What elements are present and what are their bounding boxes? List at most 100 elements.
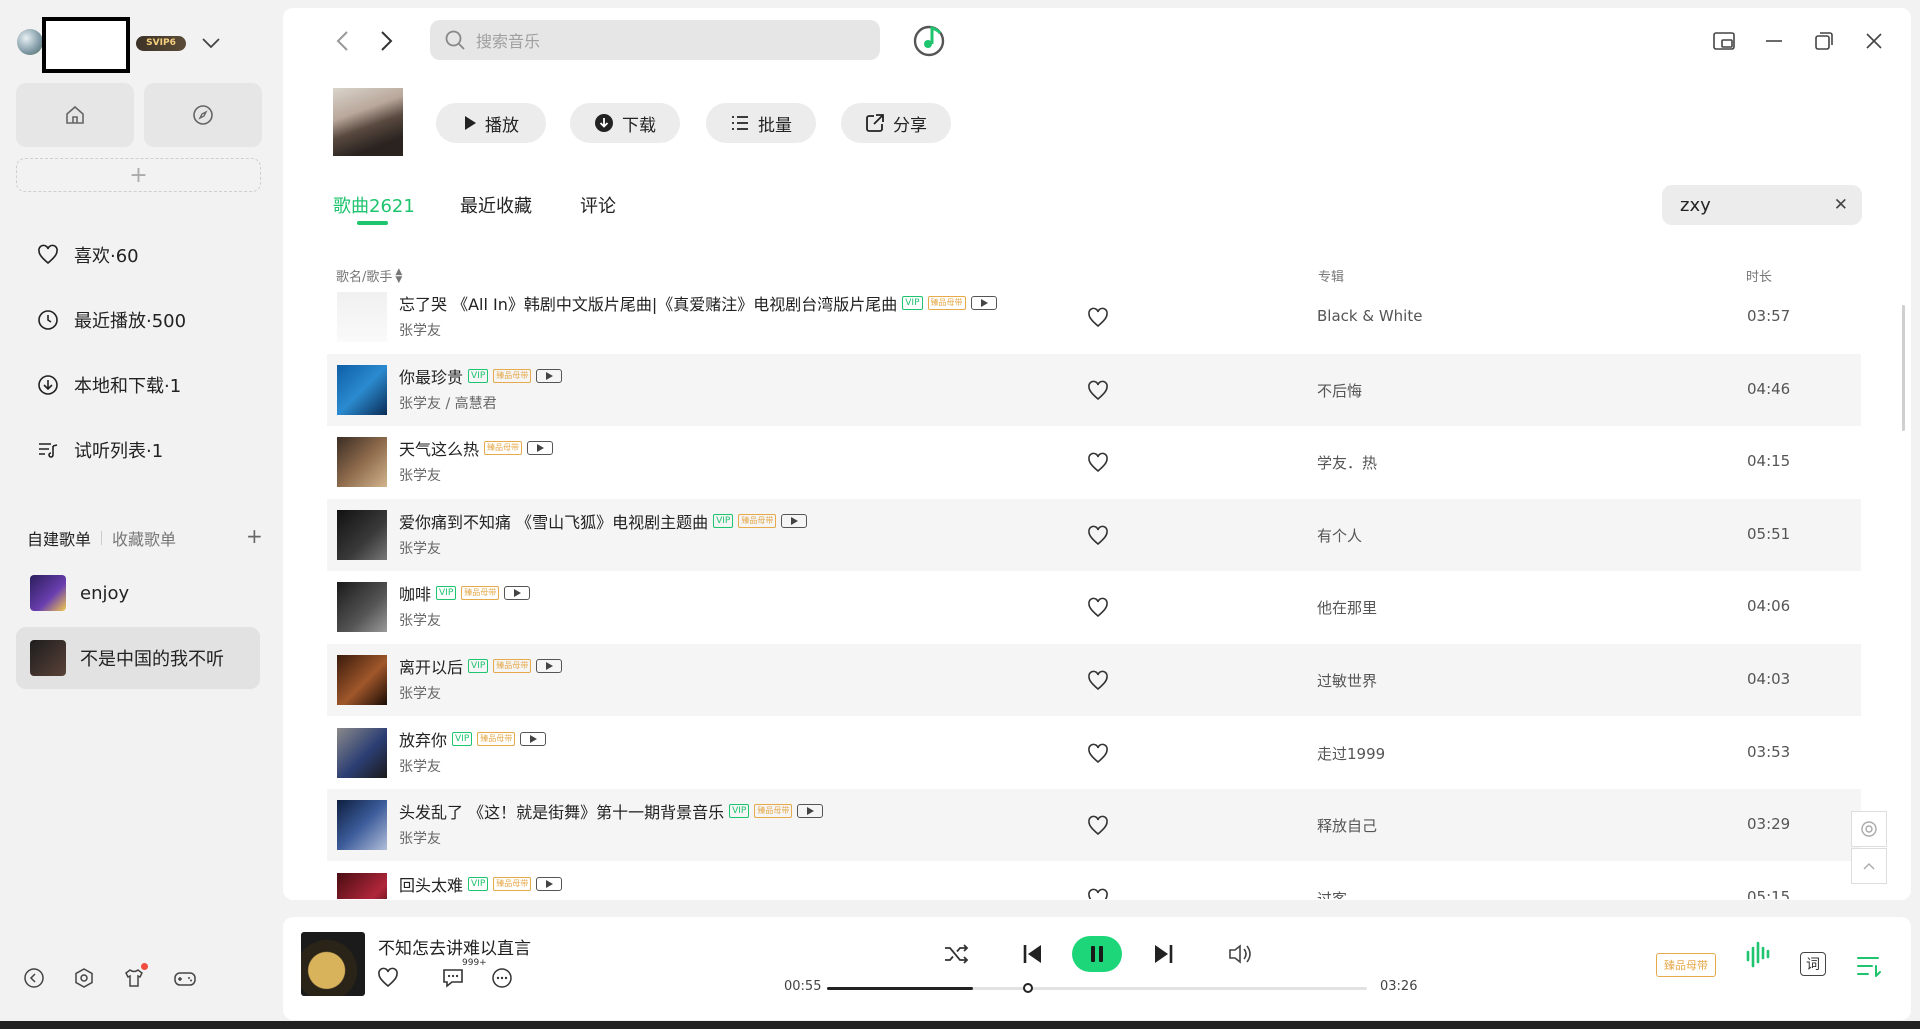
back-to-top-button[interactable]: [1851, 848, 1887, 884]
progress-handle[interactable]: [1022, 983, 1033, 993]
song-album[interactable]: 过敏世界: [1317, 670, 1377, 691]
maximize-button[interactable]: [1813, 30, 1835, 52]
comment-button[interactable]: 999+: [440, 958, 487, 990]
song-title[interactable]: 咖啡 VIP 臻品母带: [399, 581, 531, 605]
song-artist[interactable]: 张学友: [399, 538, 441, 558]
sound-effect-button[interactable]: [1744, 940, 1772, 970]
song-album[interactable]: 过客: [1317, 888, 1347, 899]
avatar[interactable]: [17, 29, 43, 55]
table-row[interactable]: 放弃你 VIP 臻品母带 张学友 走过1999 03:53: [327, 717, 1861, 789]
discover-button[interactable]: [144, 83, 262, 147]
mv-icon[interactable]: [536, 876, 563, 891]
table-row[interactable]: 回头太难 VIP 臻品母带 过客 05:15: [327, 862, 1861, 899]
song-title[interactable]: 放弃你 VIP 臻品母带: [399, 727, 547, 751]
forward-button[interactable]: [376, 30, 396, 52]
song-title[interactable]: 回头太难 VIP 臻品母带: [399, 872, 563, 896]
share-button[interactable]: 分享: [841, 103, 951, 143]
table-row[interactable]: 忘了哭 《All In》韩剧中文版片尾曲|《真爱赌注》电视剧台湾版片尾曲 VIP 臻…: [327, 281, 1861, 353]
song-artist[interactable]: 张学友: [399, 756, 441, 776]
tab-collected-playlists[interactable]: 收藏歌单: [112, 526, 176, 550]
skin-button[interactable]: [122, 963, 148, 990]
playlist-item-active[interactable]: 不是中国的我不听: [16, 627, 260, 689]
song-title[interactable]: 忘了哭 《All In》韩剧中文版片尾曲|《真爱赌注》电视剧台湾版片尾曲 VIP 臻…: [399, 291, 997, 315]
heart-icon[interactable]: [1086, 524, 1110, 548]
search-input[interactable]: 搜索音乐: [476, 28, 540, 52]
tab-comments[interactable]: 评论: [580, 192, 616, 218]
table-row[interactable]: 咖啡 VIP 臻品母带 张学友 他在那里 04:06: [327, 571, 1861, 643]
sidebar-item-local[interactable]: 本地和下载·1: [36, 365, 181, 405]
mv-icon[interactable]: [536, 659, 563, 673]
song-album[interactable]: 不后悔: [1317, 380, 1362, 401]
chevron-down-icon[interactable]: [200, 34, 222, 52]
mv-icon[interactable]: [797, 804, 824, 819]
song-title[interactable]: 爱你痛到不知痛 《雪山飞狐》电视剧主题曲 VIP 臻品母带: [399, 509, 808, 533]
heart-icon[interactable]: [1086, 887, 1110, 899]
add-shortcut-button[interactable]: +: [16, 158, 261, 192]
previous-button[interactable]: [1021, 940, 1045, 968]
song-artist[interactable]: 张学友: [399, 320, 441, 340]
more-icon[interactable]: [490, 966, 514, 990]
collapse-icon[interactable]: [22, 966, 46, 990]
mv-icon[interactable]: [536, 368, 563, 383]
table-row[interactable]: 离开以后 VIP 臻品母带 张学友 过敏世界 04:03: [327, 644, 1861, 716]
table-row[interactable]: 头发乱了 《这！就是街舞》第十一期背景音乐 VIP 臻品母带 张学友 释放自己 03:29: [327, 789, 1861, 862]
download-button[interactable]: 下载: [570, 103, 680, 143]
mini-mode-button[interactable]: [1712, 30, 1736, 52]
song-album[interactable]: 学友．热: [1317, 452, 1377, 473]
tab-recent-collections[interactable]: 最近收藏: [460, 192, 532, 218]
song-album[interactable]: 有个人: [1317, 525, 1362, 546]
song-filter[interactable]: zxy ✕: [1662, 185, 1862, 225]
add-playlist-button[interactable]: +: [246, 524, 263, 548]
clear-icon[interactable]: ✕: [1834, 195, 1848, 215]
settings-icon[interactable]: [72, 966, 96, 990]
sidebar-item-recent[interactable]: 最近播放·500: [36, 300, 186, 340]
song-artist[interactable]: 张学友: [399, 828, 441, 848]
heart-icon[interactable]: [1086, 669, 1110, 693]
heart-icon[interactable]: [1086, 451, 1110, 475]
playlist-cover[interactable]: [333, 88, 403, 156]
song-title[interactable]: 头发乱了 《这！就是街舞》第十一期背景音乐 VIP 臻品母带: [399, 799, 824, 823]
search-bar[interactable]: 搜索音乐: [430, 20, 880, 60]
now-playing-cover[interactable]: [301, 932, 365, 996]
close-button[interactable]: [1863, 30, 1885, 52]
minimize-button[interactable]: [1763, 30, 1785, 52]
song-filter-input[interactable]: zxy: [1680, 195, 1711, 216]
svip-badge[interactable]: SVIP6: [136, 36, 186, 51]
song-album[interactable]: Black & White: [1317, 307, 1422, 325]
username-redacted[interactable]: [42, 17, 130, 73]
song-album[interactable]: 释放自己: [1317, 815, 1377, 836]
heart-icon[interactable]: [1086, 742, 1110, 766]
table-row[interactable]: 爱你痛到不知痛 《雪山飞狐》电视剧主题曲 VIP 臻品母带 张学友 有个人 05:51: [327, 498, 1861, 571]
playlist-item-enjoy[interactable]: enjoy: [16, 562, 260, 624]
back-button[interactable]: [333, 30, 353, 52]
play-all-button[interactable]: 播放: [436, 103, 546, 143]
heart-icon[interactable]: [1086, 596, 1110, 620]
now-playing-title[interactable]: 不知怎去讲难以直言: [378, 934, 531, 959]
song-artist[interactable]: 张学友: [399, 610, 441, 630]
song-title[interactable]: 离开以后 VIP 臻品母带: [399, 654, 563, 678]
sidebar-item-favorites[interactable]: 喜欢·60: [36, 235, 139, 275]
mv-icon[interactable]: [527, 441, 554, 456]
song-album[interactable]: 他在那里: [1317, 597, 1377, 618]
song-artist[interactable]: 张学友 / 高慧君: [399, 393, 497, 413]
song-artist[interactable]: 张学友: [399, 465, 441, 485]
scrollbar[interactable]: [1902, 305, 1905, 431]
table-row[interactable]: 天气这么热 臻品母带 张学友 学友．热 04:15: [327, 426, 1861, 498]
mv-icon[interactable]: [781, 513, 808, 528]
song-title[interactable]: 你最珍贵 VIP 臻品母带: [399, 364, 563, 388]
heart-icon[interactable]: [1086, 814, 1110, 838]
mv-icon[interactable]: [520, 731, 547, 746]
mv-icon[interactable]: [504, 586, 531, 601]
song-title[interactable]: 天气这么热 臻品母带: [399, 436, 554, 460]
queue-button[interactable]: [1856, 954, 1882, 978]
pause-button[interactable]: [1072, 936, 1122, 972]
song-artist[interactable]: 张学友: [399, 683, 441, 703]
tab-created-playlists[interactable]: 自建歌单: [27, 526, 91, 550]
batch-button[interactable]: 批量: [706, 103, 816, 143]
heart-icon[interactable]: [376, 966, 400, 990]
volume-button[interactable]: [1226, 940, 1256, 968]
gamepad-icon[interactable]: [172, 966, 198, 990]
locate-current-button[interactable]: [1851, 811, 1887, 847]
quality-button[interactable]: 臻品母带: [1656, 953, 1716, 977]
tab-songs[interactable]: 歌曲2621: [333, 192, 415, 218]
